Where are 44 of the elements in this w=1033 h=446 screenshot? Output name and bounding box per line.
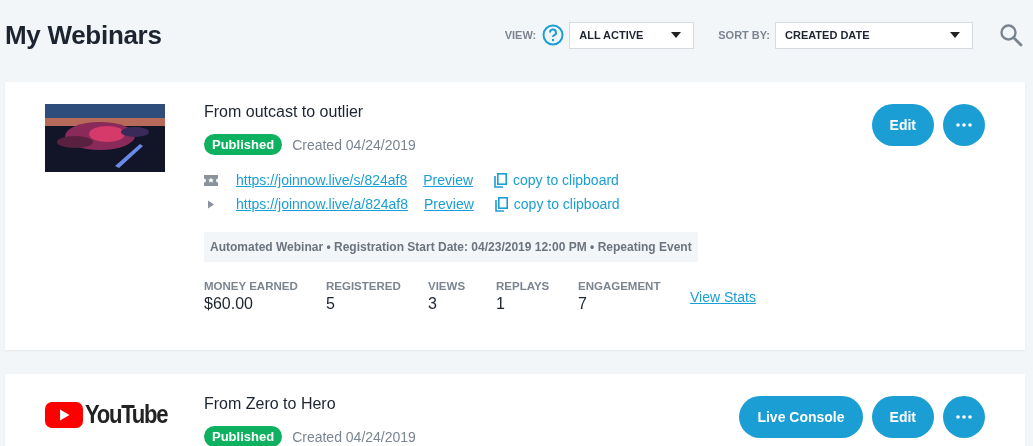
edit-button[interactable]: Edit xyxy=(871,104,934,146)
preview-link[interactable]: Preview xyxy=(424,196,474,212)
view-stats-link[interactable]: View Stats xyxy=(690,288,756,305)
stat-value: 7 xyxy=(578,295,588,313)
view-dropdown[interactable]: ALL ACTIVE xyxy=(569,21,695,49)
edit-button[interactable]: Edit xyxy=(871,396,934,438)
sort-dropdown[interactable]: CREATED DATE xyxy=(775,21,973,49)
stat-value: $60.00 xyxy=(204,295,254,313)
stat-label: MONEY EARNED xyxy=(204,280,296,292)
stat-value: 5 xyxy=(326,295,336,313)
copy-link[interactable]: copy to clipboard xyxy=(494,196,620,212)
more-button[interactable] xyxy=(943,396,985,438)
status-badge: Published xyxy=(204,426,283,446)
logo-text: YouTube xyxy=(85,399,168,430)
copy-icon xyxy=(494,196,508,212)
view-label: VIEW: xyxy=(504,29,537,41)
search-icon[interactable] xyxy=(999,23,1023,47)
more-button[interactable] xyxy=(943,104,985,146)
ellipsis-icon xyxy=(956,415,972,419)
ticket-icon xyxy=(204,174,218,186)
caret-icon xyxy=(671,32,682,38)
stat-value: 1 xyxy=(496,295,506,313)
stat-label: ENGAGEMENT xyxy=(578,280,660,292)
stat-value: 3 xyxy=(428,295,438,313)
help-icon[interactable] xyxy=(542,24,565,46)
webinar-link[interactable]: https://joinnow.live/a/824af8 xyxy=(236,196,408,212)
info-bar: Automated Webinar • Registration Start Date: 04/23/2019 12:00 PM • Repeating Event xyxy=(204,232,698,262)
ellipsis-icon xyxy=(956,123,972,127)
created-date: Created 04/24/2019 xyxy=(292,136,416,153)
sort-label: SORT BY: xyxy=(718,29,770,41)
copy-icon xyxy=(494,172,508,188)
caret-icon xyxy=(950,32,960,38)
status-badge: Published xyxy=(204,134,283,155)
webinar-title: From Zero to Hero xyxy=(204,395,337,413)
stat-label: VIEWS xyxy=(428,280,466,292)
live-console-button[interactable]: Live Console xyxy=(739,396,863,438)
created-date: Created 04/24/2019 xyxy=(292,428,416,445)
preview-link[interactable]: Preview xyxy=(423,172,474,188)
webinar-title: From outcast to outlier xyxy=(204,103,365,121)
play-logo-icon xyxy=(45,401,83,428)
stat-label: REPLAYS xyxy=(496,280,548,292)
page-title: My Webinars xyxy=(5,19,162,51)
copy-link[interactable]: copy to clipboard xyxy=(494,172,619,188)
webinar-link[interactable]: https://joinnow.live/s/824af8 xyxy=(236,172,408,188)
